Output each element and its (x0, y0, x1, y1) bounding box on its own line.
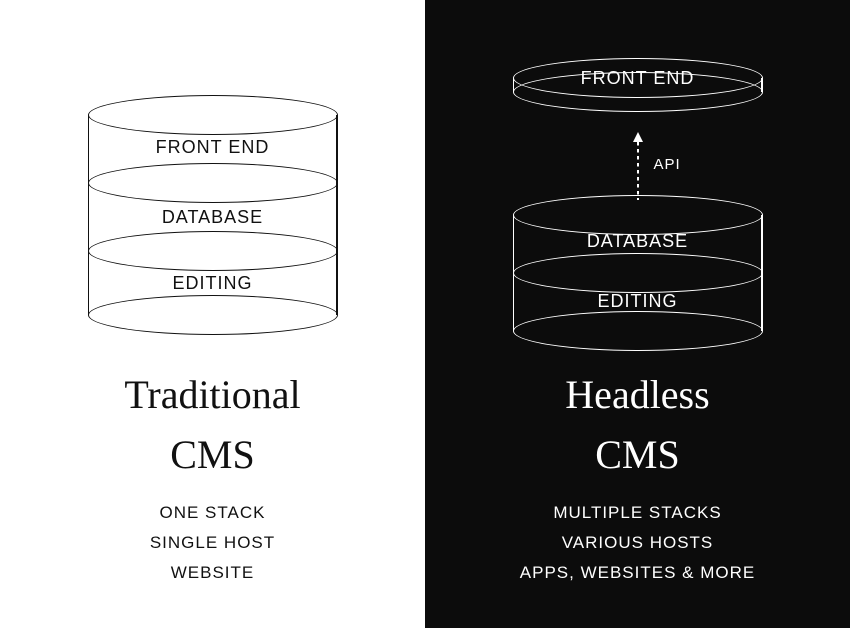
headless-layer-frontend: FRONT END (513, 68, 763, 89)
traditional-title-line1: Traditional (0, 365, 425, 425)
api-label: API (654, 156, 681, 173)
traditional-feature-2: SINGLE HOST (0, 528, 425, 558)
traditional-features: ONE STACK SINGLE HOST WEBSITE (0, 498, 425, 587)
traditional-title: Traditional CMS (0, 365, 425, 485)
headless-layer-database: DATABASE (513, 231, 763, 252)
headless-features: MULTIPLE STACKS VARIOUS HOSTS APPS, WEBS… (425, 498, 850, 587)
traditional-title-line2: CMS (0, 425, 425, 485)
traditional-layer-editing: EDITING (88, 273, 338, 294)
traditional-feature-3: WEBSITE (0, 558, 425, 588)
traditional-feature-1: ONE STACK (0, 498, 425, 528)
traditional-layer-frontend: FRONT END (88, 137, 338, 158)
traditional-cms-panel: FRONT END DATABASE EDITING Traditional C… (0, 0, 425, 628)
traditional-layer-database: DATABASE (88, 207, 338, 228)
headless-title-line2: CMS (425, 425, 850, 485)
headless-feature-3: APPS, WEBSITES & MORE (425, 558, 850, 588)
headless-feature-1: MULTIPLE STACKS (425, 498, 850, 528)
headless-layer-editing: EDITING (513, 291, 763, 312)
headless-title-line1: Headless (425, 365, 850, 425)
headless-title: Headless CMS (425, 365, 850, 485)
headless-feature-2: VARIOUS HOSTS (425, 528, 850, 558)
traditional-stack-diagram: FRONT END DATABASE EDITING (0, 40, 425, 350)
headless-stack-diagram: FRONT END API DATABASE EDITING (425, 40, 850, 350)
api-arrow-icon (637, 132, 639, 200)
headless-cms-panel: FRONT END API DATABASE EDITING Headless … (425, 0, 850, 628)
